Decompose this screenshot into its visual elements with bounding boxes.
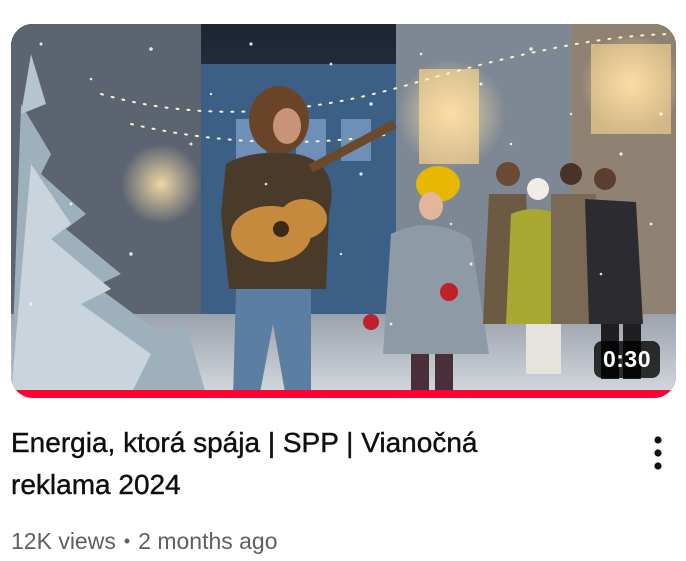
more-options-button[interactable] [636, 430, 680, 476]
view-count: 12K views [11, 528, 116, 554]
duration-badge: 0:30 [593, 341, 660, 378]
upload-age: 2 months ago [138, 528, 278, 554]
video-title[interactable]: Energia, ktorá spája | SPP | Vianočná re… [11, 422, 571, 506]
more-vert-icon [654, 436, 662, 470]
watch-progress-fill [11, 390, 676, 398]
video-thumbnail[interactable]: 0:30 [11, 24, 676, 398]
thumbnail-image [11, 24, 676, 398]
video-card[interactable]: 0:30 Energia, ktorá spája | SPP | Vianoč… [0, 0, 686, 561]
video-metadata: 12K views • 2 months ago [11, 528, 278, 555]
meta-separator: • [123, 531, 131, 551]
watch-progress-bar [11, 390, 676, 398]
